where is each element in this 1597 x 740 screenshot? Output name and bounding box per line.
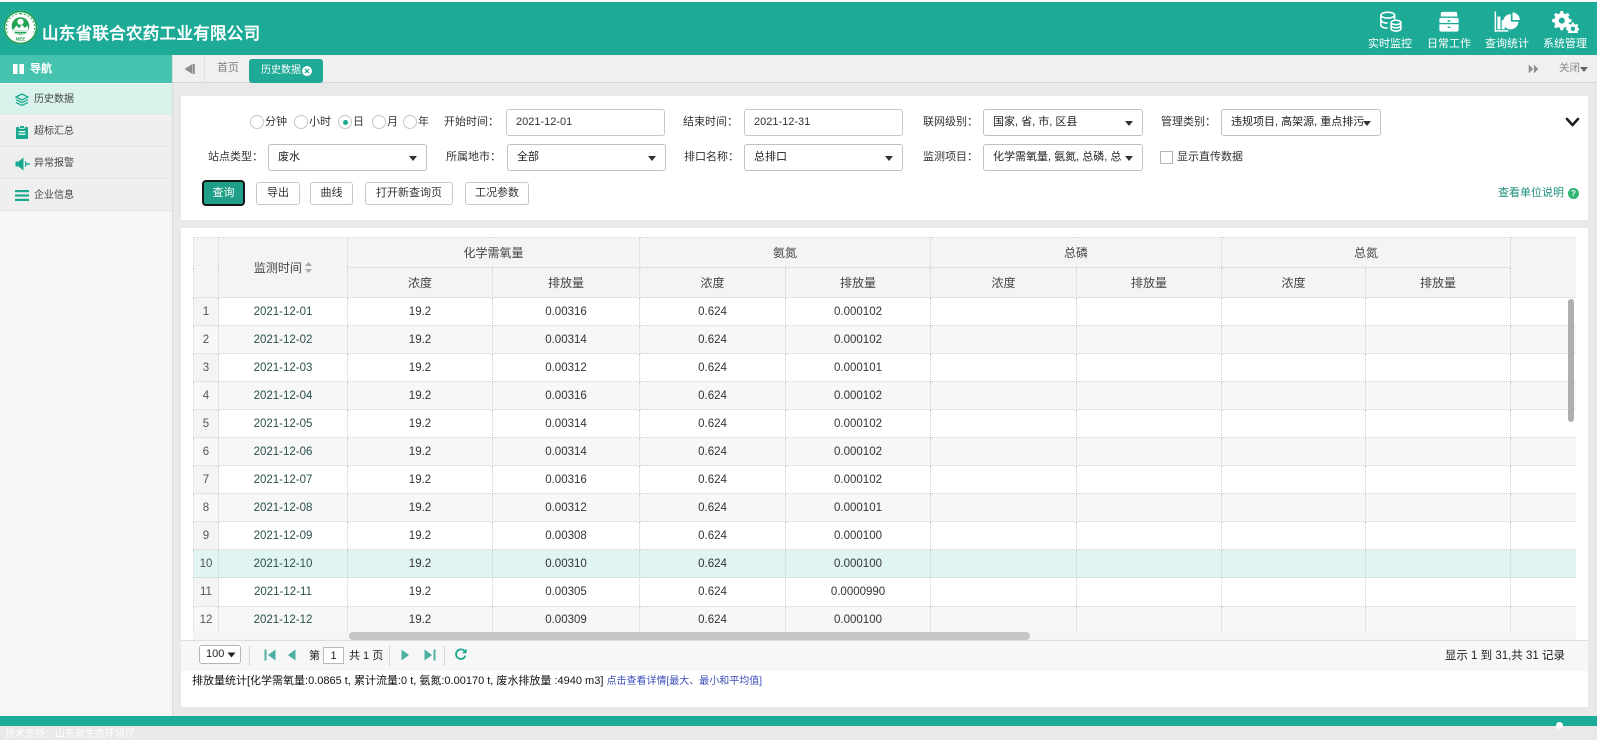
svg-text:MEE: MEE	[16, 37, 26, 42]
